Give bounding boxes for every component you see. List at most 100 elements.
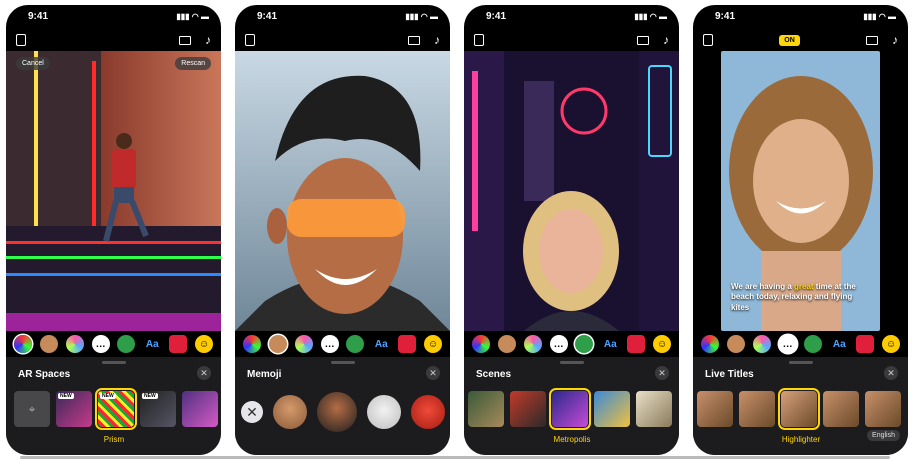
list-item-selected[interactable] [549, 388, 591, 430]
app-store-screenshot-strip: 9:41 ▮▮▮ ◠ ▬ ♪ Cancel Rescan … Aa ☺ AR S… [0, 0, 912, 459]
layout-icon[interactable] [637, 35, 649, 45]
list-item[interactable] [739, 391, 775, 427]
layout-icon[interactable] [179, 35, 191, 45]
mouse-memoji[interactable] [367, 395, 401, 429]
memoji-icon[interactable] [497, 335, 516, 353]
status-bar: 9:41 ▮▮▮ ◠ ▬ [464, 5, 679, 27]
phone-scenes: 9:41 ▮▮▮ ◠ ▬ ♪ … Aa ☺ Scenes ✕ Metropoli… [464, 5, 679, 455]
music-note-icon[interactable]: ♪ [892, 34, 898, 46]
shapes-icon[interactable] [169, 335, 188, 353]
list-item[interactable]: NEW [140, 391, 176, 427]
camera-topbar: ♪ [464, 29, 679, 51]
camera-topbar: ON ♪ [693, 29, 908, 51]
list-item[interactable] [594, 391, 630, 427]
list-item[interactable] [697, 391, 733, 427]
octopus-memoji[interactable] [411, 395, 445, 429]
stickers-icon[interactable]: ☺ [424, 335, 443, 353]
rescan-thumb[interactable]: ⌖ [14, 391, 50, 427]
memoji-icon[interactable] [268, 335, 287, 353]
camera-viewfinder: We are having a great time at the beach … [721, 51, 880, 331]
live-titles-icon[interactable]: … [778, 335, 797, 353]
music-note-icon[interactable]: ♪ [663, 34, 669, 46]
effects-toolbar: … Aa ☺ [693, 331, 908, 357]
selected-style-label: Highlighter [781, 435, 821, 444]
status-indicators: ▮▮▮ ◠ ▬ [176, 11, 209, 21]
list-item[interactable] [510, 391, 546, 427]
status-time: 9:41 [486, 10, 507, 22]
library-icon[interactable] [16, 34, 26, 46]
filters-icon[interactable] [752, 335, 771, 353]
music-note-icon[interactable]: ♪ [434, 34, 440, 46]
status-time: 9:41 [257, 10, 278, 22]
live-titles-icon[interactable]: … [320, 335, 339, 353]
rescan-button[interactable]: Rescan [175, 57, 211, 70]
text-icon[interactable]: Aa [372, 335, 390, 353]
text-icon[interactable]: Aa [601, 335, 619, 353]
filters-icon[interactable] [294, 335, 313, 353]
effects-toolbar: … Aa ☺ [6, 331, 221, 357]
music-note-icon[interactable]: ♪ [205, 34, 211, 46]
panel-grabber[interactable] [559, 361, 584, 364]
status-bar: 9:41 ▮▮▮ ◠ ▬ [6, 5, 221, 27]
stickers-icon[interactable]: ☺ [882, 335, 901, 353]
shapes-icon[interactable] [627, 335, 646, 353]
stickers-icon[interactable]: ☺ [195, 335, 214, 353]
scenes-icon[interactable] [346, 335, 365, 353]
new-badge: NEW [142, 393, 158, 399]
filters-icon[interactable] [65, 335, 84, 353]
library-icon[interactable] [474, 34, 484, 46]
status-indicators: ▮▮▮ ◠ ▬ [634, 11, 667, 21]
close-icon[interactable]: ✕ [197, 366, 211, 380]
language-button[interactable]: English [867, 430, 900, 441]
close-icon[interactable]: ✕ [655, 366, 669, 380]
memoji-icon[interactable] [39, 335, 58, 353]
shapes-icon[interactable] [856, 335, 875, 353]
list-item[interactable] [636, 391, 672, 427]
layout-icon[interactable] [866, 35, 878, 45]
library-icon[interactable] [703, 34, 713, 46]
text-icon[interactable]: Aa [143, 335, 161, 353]
scenes-icon[interactable] [117, 335, 136, 353]
memoji-avatar[interactable] [273, 395, 307, 429]
ar-spaces-icon[interactable] [700, 335, 719, 353]
list-item-selected[interactable]: NEW [95, 388, 137, 430]
memoji-icon[interactable] [726, 335, 745, 353]
scenes-icon[interactable] [575, 335, 594, 353]
panel-title: Memoji [247, 369, 282, 380]
library-icon[interactable] [245, 34, 255, 46]
list-item-selected[interactable] [778, 388, 820, 430]
list-item[interactable]: NEW [56, 391, 92, 427]
panel-grabber[interactable] [788, 361, 813, 364]
memoji-avatar-selected[interactable] [317, 392, 357, 432]
live-titles-icon[interactable]: … [549, 335, 568, 353]
filters-icon[interactable] [523, 335, 542, 353]
list-item[interactable] [865, 391, 901, 427]
ar-spaces-icon[interactable] [242, 335, 261, 353]
scenes-icon[interactable] [804, 335, 823, 353]
no-memoji-button[interactable]: ✕ [241, 401, 263, 423]
ar-spaces-icon[interactable] [471, 335, 490, 353]
list-item[interactable] [468, 391, 504, 427]
stickers-icon[interactable]: ☺ [653, 335, 672, 353]
shapes-icon[interactable] [398, 335, 417, 353]
list-item[interactable] [823, 391, 859, 427]
ar-spaces-icon[interactable] [13, 335, 32, 353]
effects-toolbar: … Aa ☺ [235, 331, 450, 357]
new-badge: NEW [100, 393, 116, 399]
cancel-button[interactable]: Cancel [16, 57, 50, 70]
layout-icon[interactable] [408, 35, 420, 45]
selected-scene-label: Metropolis [553, 435, 591, 444]
live-titles-on-badge[interactable]: ON [779, 34, 800, 46]
status-bar: 9:41 ▮▮▮ ◠ ▬ [693, 5, 908, 27]
close-icon[interactable]: ✕ [884, 366, 898, 380]
caption-highlight: great [794, 281, 814, 291]
live-titles-icon[interactable]: … [91, 335, 110, 353]
text-icon[interactable]: Aa [830, 335, 848, 353]
camera-viewfinder [235, 51, 450, 331]
status-time: 9:41 [28, 10, 49, 22]
panel-grabber[interactable] [101, 361, 126, 364]
close-icon[interactable]: ✕ [426, 366, 440, 380]
panel-grabber[interactable] [330, 361, 355, 364]
list-item[interactable] [182, 391, 218, 427]
panel-title: AR Spaces [18, 369, 71, 380]
